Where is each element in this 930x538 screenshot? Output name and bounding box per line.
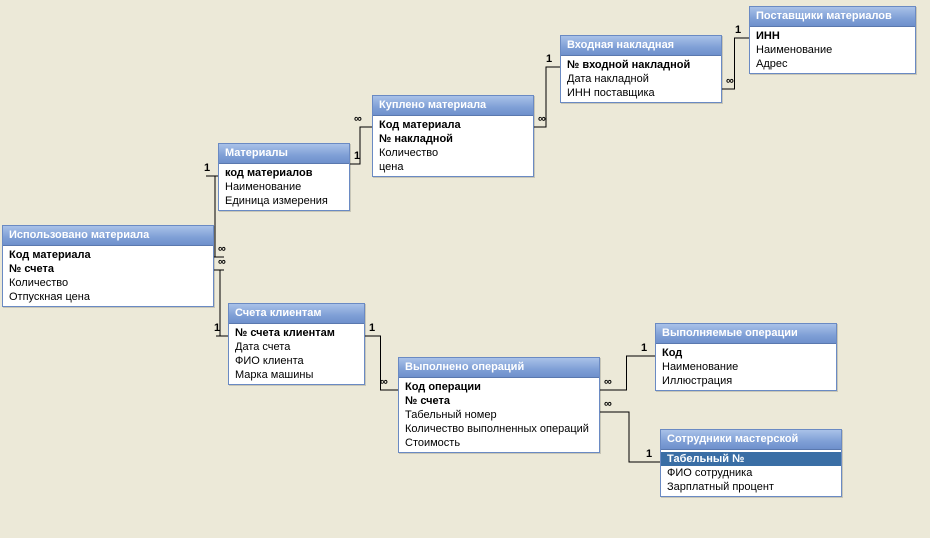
entity-field[interactable]: Наименование <box>750 43 915 57</box>
entity-materials[interactable]: Материалыкод материаловНаименованиеЕдини… <box>218 143 350 211</box>
entity-field[interactable]: Количество <box>373 146 533 160</box>
entity-fields: Код операции№ счетаТабельный номерКоличе… <box>399 378 599 452</box>
entity-field[interactable]: Табельный № <box>661 452 841 466</box>
entity-field[interactable]: Зарплатный процент <box>661 480 841 494</box>
entity-field[interactable]: ИНН <box>750 29 915 43</box>
entity-field[interactable]: код материалов <box>219 166 349 180</box>
cardinality-label: 1 <box>204 162 210 174</box>
entity-operations_done[interactable]: Выполнено операцийКод операции№ счетаТаб… <box>398 357 600 453</box>
entity-operations[interactable]: Выполняемые операцииКодНаименованиеИллюс… <box>655 323 837 391</box>
entity-title[interactable]: Сотрудники мастерской <box>661 430 841 450</box>
entity-title[interactable]: Входная накладная <box>561 36 721 56</box>
cardinality-label: ∞ <box>354 113 362 125</box>
cardinality-label: 1 <box>214 322 220 334</box>
entity-field[interactable]: Единица измерения <box>219 194 349 208</box>
entity-field[interactable]: Дата накладной <box>561 72 721 86</box>
entity-field[interactable]: Наименование <box>656 360 836 374</box>
entity-employees[interactable]: Сотрудники мастерскойТабельный №ФИО сотр… <box>660 429 842 497</box>
entity-title[interactable]: Счета клиентам <box>229 304 364 324</box>
entity-field[interactable]: Марка машины <box>229 368 364 382</box>
cardinality-label: 1 <box>641 342 647 354</box>
entity-field[interactable]: Стоимость <box>399 436 599 450</box>
entity-field[interactable]: ФИО клиента <box>229 354 364 368</box>
entity-client_accounts[interactable]: Счета клиентам№ счета клиентамДата счета… <box>228 303 365 385</box>
entity-field[interactable]: № счета <box>399 394 599 408</box>
entity-title[interactable]: Куплено материала <box>373 96 533 116</box>
entity-field[interactable]: Код материала <box>373 118 533 132</box>
entity-field[interactable]: Дата счета <box>229 340 364 354</box>
entity-title[interactable]: Поставщики материалов <box>750 7 915 27</box>
entity-field[interactable]: Иллюстрация <box>656 374 836 388</box>
entity-field[interactable]: цена <box>373 160 533 174</box>
entity-fields: № счета клиентамДата счетаФИО клиентаМар… <box>229 324 364 384</box>
entity-field[interactable]: Наименование <box>219 180 349 194</box>
entity-field[interactable]: № счета <box>3 262 213 276</box>
cardinality-label: 1 <box>354 150 360 162</box>
entity-field[interactable]: Код материала <box>3 248 213 262</box>
entity-title[interactable]: Материалы <box>219 144 349 164</box>
entity-suppliers[interactable]: Поставщики материаловИНННаименованиеАдре… <box>749 6 916 74</box>
cardinality-label: ∞ <box>218 243 226 255</box>
entity-field[interactable]: № накладной <box>373 132 533 146</box>
entity-field[interactable]: Количество выполненных операций <box>399 422 599 436</box>
entity-title[interactable]: Использовано материала <box>3 226 213 246</box>
entity-incoming_invoice[interactable]: Входная накладная№ входной накладнойДата… <box>560 35 722 103</box>
cardinality-label: ∞ <box>380 376 388 388</box>
entity-fields: код материаловНаименованиеЕдиница измере… <box>219 164 349 210</box>
cardinality-label: ∞ <box>604 376 612 388</box>
cardinality-label: 1 <box>546 53 552 65</box>
entity-fields: № входной накладнойДата накладнойИНН пос… <box>561 56 721 102</box>
entity-title[interactable]: Выполнено операций <box>399 358 599 378</box>
entity-fields: Табельный №ФИО сотрудникаЗарплатный проц… <box>661 450 841 496</box>
cardinality-label: ∞ <box>218 256 226 268</box>
entity-used_material[interactable]: Использовано материалаКод материала№ сче… <box>2 225 214 307</box>
cardinality-label: 1 <box>369 322 375 334</box>
cardinality-label: 1 <box>735 24 741 36</box>
entity-field[interactable]: Табельный номер <box>399 408 599 422</box>
entity-field[interactable]: Код <box>656 346 836 360</box>
entity-field[interactable]: № счета клиентам <box>229 326 364 340</box>
entity-field[interactable]: Отпускная цена <box>3 290 213 304</box>
entity-field[interactable]: № входной накладной <box>561 58 721 72</box>
entity-fields: Код материала№ накладнойКоличествоцена <box>373 116 533 176</box>
entity-field[interactable]: Адрес <box>750 57 915 71</box>
cardinality-label: ∞ <box>726 75 734 87</box>
relationship-line <box>532 67 560 127</box>
entity-fields: КодНаименованиеИллюстрация <box>656 344 836 390</box>
entity-field[interactable]: Количество <box>3 276 213 290</box>
entity-field[interactable]: ИНН поставщика <box>561 86 721 100</box>
entity-field[interactable]: ФИО сотрудника <box>661 466 841 480</box>
entity-fields: Код материала№ счетаКоличествоОтпускная … <box>3 246 213 306</box>
relationship-line <box>720 38 749 89</box>
entity-title[interactable]: Выполняемые операции <box>656 324 836 344</box>
cardinality-label: 1 <box>646 448 652 460</box>
entity-field[interactable]: Код операции <box>399 380 599 394</box>
cardinality-label: ∞ <box>538 113 546 125</box>
entity-fields: ИНННаименованиеАдрес <box>750 27 915 73</box>
entity-bought_material[interactable]: Куплено материалаКод материала№ накладно… <box>372 95 534 177</box>
cardinality-label: ∞ <box>604 398 612 410</box>
